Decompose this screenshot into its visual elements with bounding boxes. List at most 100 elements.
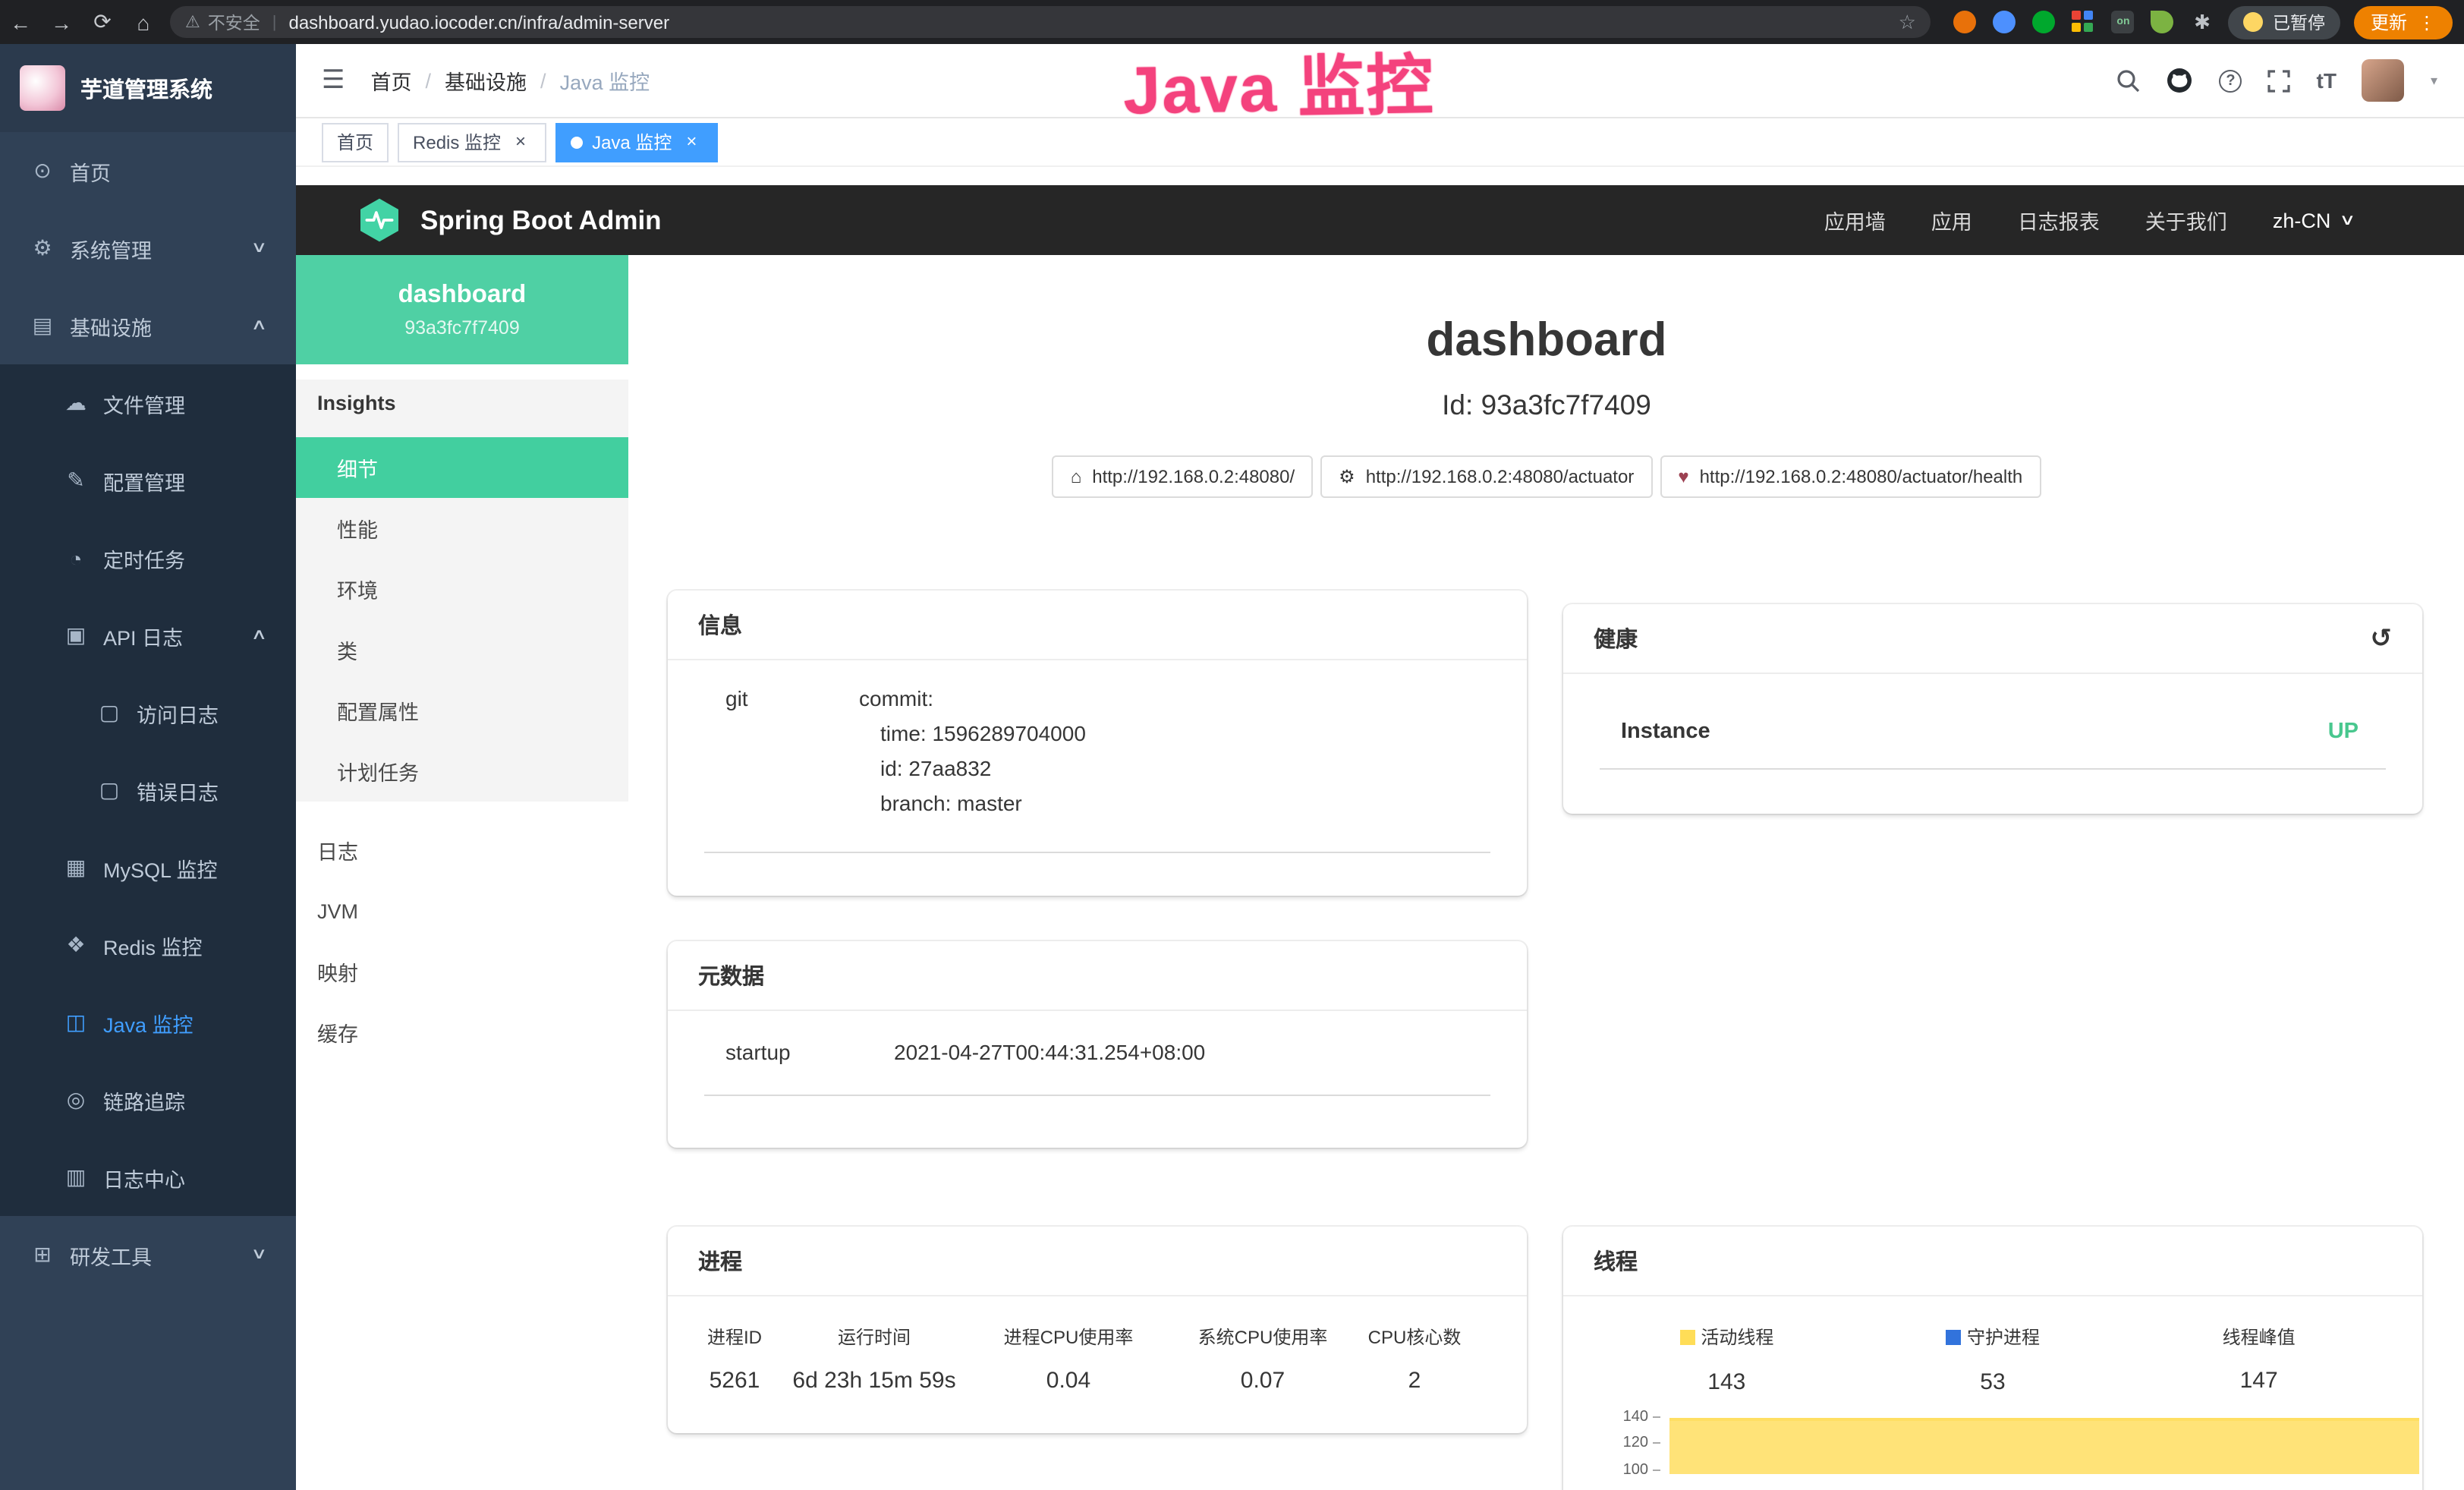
instance-link-home[interactable]: ⌂ http://192.168.0.2:48080/ bbox=[1053, 455, 1313, 498]
extension-icon-star[interactable]: ✱ bbox=[2191, 11, 2214, 33]
instance-link-health[interactable]: ♥ http://192.168.0.2:48080/actuator/heal… bbox=[1660, 455, 2041, 498]
chevron-up-icon: ∧ bbox=[250, 627, 267, 644]
clock-icon: ◔ bbox=[62, 546, 90, 570]
user-avatar[interactable] bbox=[2362, 59, 2405, 102]
back-icon[interactable]: ← bbox=[0, 10, 41, 34]
sba-nav-wallboard[interactable]: 应用墙 bbox=[1824, 205, 1886, 235]
card-health-header: 健康 ↺ bbox=[1563, 604, 2422, 674]
tag-redis-monitor[interactable]: Redis 监控 × bbox=[398, 122, 546, 162]
forward-icon[interactable]: → bbox=[41, 10, 82, 34]
breadcrumb-home[interactable]: 首页 bbox=[371, 65, 412, 96]
extension-icon-on-badge[interactable]: on bbox=[2112, 11, 2135, 33]
sba-item-config-props[interactable]: 配置属性 bbox=[296, 680, 628, 741]
sba-item-caches[interactable]: 缓存 bbox=[296, 1002, 628, 1063]
github-icon[interactable] bbox=[2167, 67, 2194, 94]
redis-icon: ❖ bbox=[62, 932, 90, 958]
sidebar-item-trace[interactable]: ◎ 链路追踪 bbox=[0, 1061, 296, 1139]
home-icon[interactable]: ⌂ bbox=[123, 10, 164, 34]
sidebar-item-java-monitor[interactable]: ◫ Java 监控 bbox=[0, 984, 296, 1061]
sba-item-metrics[interactable]: 性能 bbox=[296, 498, 628, 559]
sba-app-header[interactable]: dashboard 93a3fc7f7409 bbox=[296, 255, 628, 364]
sidebar-item-mysql-monitor[interactable]: ▦ MySQL 监控 bbox=[0, 829, 296, 906]
y-tick: 100 bbox=[1609, 1462, 1660, 1479]
instance-link-actuator[interactable]: ⚙ http://192.168.0.2:48080/actuator bbox=[1320, 455, 1652, 498]
sba-locale-select[interactable]: zh-CN ∨ bbox=[2273, 209, 2352, 232]
sidebar-item-file-mgmt[interactable]: ☁ 文件管理 bbox=[0, 364, 296, 442]
extension-icon-grid[interactable] bbox=[2072, 11, 2095, 33]
process-col-pid: 进程ID 5261 bbox=[689, 1324, 780, 1394]
extension-icon-2[interactable] bbox=[1994, 11, 2016, 33]
chart-area-live-threads bbox=[1669, 1418, 2419, 1474]
bookmark-star-icon[interactable]: ☆ bbox=[1899, 10, 1916, 34]
help-icon[interactable]: ? bbox=[2220, 69, 2242, 92]
extension-icon-3[interactable] bbox=[2033, 11, 2056, 33]
app-logo-row[interactable]: 芋道管理系统 bbox=[0, 44, 296, 132]
sidebar-item-access-logs[interactable]: ▢ 访问日志 bbox=[0, 674, 296, 751]
close-icon[interactable]: × bbox=[681, 131, 702, 153]
chevron-up-icon: ∧ bbox=[250, 317, 267, 334]
sba-item-jvm[interactable]: JVM bbox=[296, 880, 628, 941]
sba-nav-about[interactable]: 关于我们 bbox=[2145, 205, 2227, 235]
sba-content: dashboard Id: 93a3fc7f7409 ⌂ http://192.… bbox=[628, 255, 2464, 1490]
chrome-menu-icon[interactable]: ⋮ bbox=[2418, 11, 2436, 33]
reload-icon[interactable]: ⟳ bbox=[82, 9, 123, 35]
sba-nav: 应用墙 应用 日志报表 关于我们 zh-CN ∨ bbox=[1824, 205, 2352, 235]
sidebar-item-dev-tools[interactable]: ⊞ 研发工具 ∨ bbox=[0, 1216, 296, 1293]
info-value: commit: time: 1596289704000 id: 27aa832 … bbox=[859, 682, 1086, 821]
card-threads-title: 线程 bbox=[1563, 1227, 2422, 1296]
search-icon[interactable] bbox=[2116, 68, 2141, 93]
sba-nav-journal[interactable]: 日志报表 bbox=[2018, 205, 2100, 235]
card-health: 健康 ↺ Instance UP bbox=[1563, 604, 2422, 814]
tag-java-monitor[interactable]: Java 监控 × bbox=[555, 122, 717, 162]
sidebar-item-error-logs[interactable]: ▢ 错误日志 bbox=[0, 751, 296, 829]
page-subtitle: Id: 93a3fc7f7409 bbox=[628, 389, 2464, 422]
extension-icon-1[interactable] bbox=[1954, 11, 1977, 33]
sidebar-item-scheduled-tasks[interactable]: ◔ 定时任务 bbox=[0, 519, 296, 597]
app-main: ☰ 首页 / 基础设施 / Java 监控 ? bbox=[296, 44, 2464, 1490]
sidebar-item-log-center[interactable]: ▥ 日志中心 bbox=[0, 1139, 296, 1216]
breadcrumb-current: Java 监控 bbox=[560, 65, 650, 96]
status-badge: UP bbox=[2328, 720, 2359, 744]
paused-badge[interactable]: 已暂停 bbox=[2229, 5, 2340, 39]
access-log-icon: ▢ bbox=[96, 700, 123, 726]
screenshot-stage: ← → ⟳ ⌂ ⚠ 不安全 | dashboard.yudao.iocoder.… bbox=[0, 0, 2464, 1490]
card-health-title: 健康 bbox=[1594, 622, 1638, 654]
hamburger-icon[interactable]: ☰ bbox=[322, 65, 345, 96]
sba-item-logs[interactable]: 日志 bbox=[296, 820, 628, 880]
page-title: dashboard bbox=[628, 313, 2464, 367]
sba-item-details[interactable]: 细节 bbox=[296, 437, 628, 498]
smiley-icon bbox=[2244, 12, 2264, 32]
warning-icon: ⚠ bbox=[185, 12, 200, 32]
sba-item-mappings[interactable]: 映射 bbox=[296, 941, 628, 1002]
navbar-actions: ? tT ▾ bbox=[2116, 59, 2438, 102]
sidebar-item-api-logs[interactable]: ▣ API 日志 ∧ bbox=[0, 597, 296, 674]
gear-icon: ⚙ bbox=[29, 235, 56, 261]
sba-item-classes[interactable]: 类 bbox=[296, 619, 628, 680]
fullscreen-icon[interactable] bbox=[2268, 69, 2291, 92]
metadata-key: startup bbox=[725, 1035, 894, 1070]
close-icon[interactable]: × bbox=[510, 131, 531, 153]
sidebar-item-system-mgmt[interactable]: ⚙ 系统管理 ∨ bbox=[0, 209, 296, 287]
address-bar[interactable]: ⚠ 不安全 | dashboard.yudao.iocoder.cn/infra… bbox=[170, 6, 1931, 38]
breadcrumb-infrastructure[interactable]: 基础设施 bbox=[445, 65, 527, 96]
sidebar-item-config-mgmt[interactable]: ✎ 配置管理 bbox=[0, 442, 296, 519]
url-text: dashboard.yudao.iocoder.cn/infra/admin-s… bbox=[288, 11, 1886, 33]
history-icon[interactable]: ↺ bbox=[2371, 623, 2393, 654]
devtools-icon: ⊞ bbox=[29, 1242, 56, 1268]
sba-nav-applications[interactable]: 应用 bbox=[1931, 205, 1972, 235]
app-logo bbox=[20, 65, 65, 111]
font-size-icon[interactable]: tT bbox=[2317, 68, 2337, 93]
process-col-uptime: 运行时间 6d 23h 15m 59s bbox=[780, 1324, 968, 1394]
sba-item-environment[interactable]: 环境 bbox=[296, 559, 628, 619]
update-button[interactable]: 更新 ⋮ bbox=[2354, 5, 2453, 39]
sidebar-item-home[interactable]: ⊙ 首页 bbox=[0, 132, 296, 209]
avatar-caret-icon[interactable]: ▾ bbox=[2431, 72, 2437, 89]
legend-daemon-threads: 守护进程 53 bbox=[1860, 1324, 2126, 1394]
sidebar-item-redis-monitor[interactable]: ❖ Redis 监控 bbox=[0, 906, 296, 984]
extension-icon-leaf[interactable] bbox=[2151, 11, 2174, 33]
sidebar-item-infrastructure[interactable]: ▤ 基础设施 ∧ bbox=[0, 287, 296, 364]
active-dot bbox=[571, 136, 583, 148]
sba-item-scheduled-tasks[interactable]: 计划任务 bbox=[296, 741, 628, 802]
tag-home[interactable]: 首页 bbox=[322, 122, 389, 162]
chevron-down-icon: ∨ bbox=[250, 240, 267, 257]
